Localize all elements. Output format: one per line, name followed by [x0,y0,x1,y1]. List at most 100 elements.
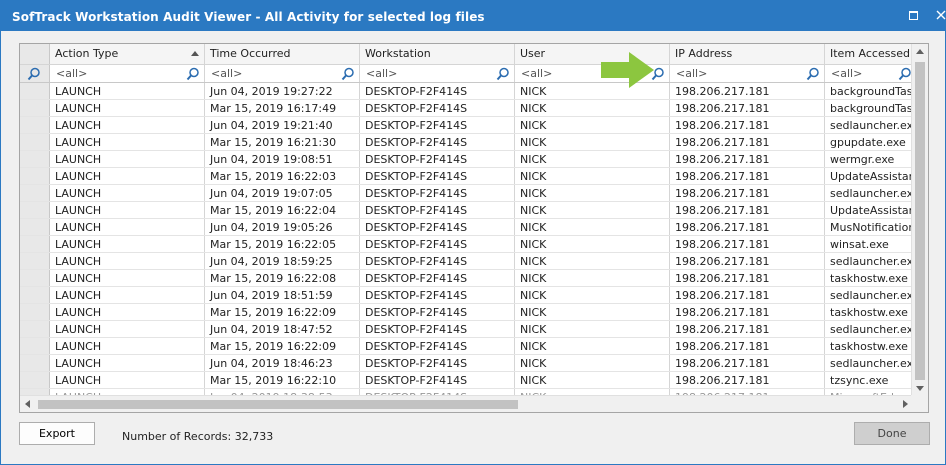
search-icon[interactable] [27,67,41,81]
filter-row-corner[interactable] [20,65,50,82]
column-header-action-type[interactable]: Action Type [50,44,205,64]
header-row: Action Type Time Occurred Workstation User I… [20,44,928,65]
scroll-up-arrow[interactable] [912,44,928,60]
table-row[interactable]: LAUNCH Mar 15, 2019 16:22:05 DESKTOP-F2F41… [20,236,928,253]
column-header-time-occurred[interactable]: Time Occurred [205,44,360,64]
cell-user: NICK [515,134,670,150]
row-indicator[interactable] [20,270,50,286]
export-button[interactable]: Export [19,422,95,445]
table-row[interactable]: LAUNCH Jun 04, 2019 18:46:23 DESKTOP-F2F41… [20,355,928,372]
cell-action-type: LAUNCH [50,287,205,303]
cell-user: NICK [515,151,670,167]
row-indicator[interactable] [20,355,50,371]
table-row[interactable]: LAUNCH Mar 15, 2019 16:22:09 DESKTOP-F2F41… [20,304,928,321]
cell-item-accessed: tzsync.exe [825,372,915,388]
filter-item-accessed[interactable]: <all> [825,65,915,82]
vertical-scrollbar[interactable] [911,44,928,397]
table-row[interactable]: LAUNCH Jun 04, 2019 19:08:51 DESKTOP-F2F41… [20,151,928,168]
cell-time-occurred: Mar 15, 2019 16:22:08 [205,270,360,286]
table-row[interactable]: LAUNCH Jun 04, 2019 19:27:22 DESKTOP-F2F41… [20,83,928,100]
cell-ip-address: 198.206.217.181 [670,219,825,235]
maximize-button[interactable] [899,1,927,29]
table-row[interactable]: LAUNCH Jun 04, 2019 19:05:26 DESKTOP-F2F41… [20,219,928,236]
cell-workstation: DESKTOP-F2F414S [360,151,515,167]
search-icon[interactable] [341,67,355,81]
row-indicator[interactable] [20,83,50,99]
row-indicator[interactable] [20,134,50,150]
scroll-left-arrow[interactable] [20,396,36,412]
table-row[interactable]: LAUNCH Jun 04, 2019 18:59:25 DESKTOP-F2F41… [20,253,928,270]
cell-item-accessed: sedlauncher.exe [825,117,915,133]
table-row[interactable]: LAUNCH Jun 04, 2019 19:21:40 DESKTOP-F2F41… [20,117,928,134]
cell-ip-address: 198.206.217.181 [670,338,825,354]
cell-time-occurred: Jun 04, 2019 19:21:40 [205,117,360,133]
cell-user: NICK [515,287,670,303]
row-indicator[interactable] [20,372,50,388]
cell-ip-address: 198.206.217.181 [670,372,825,388]
cell-item-accessed: MusNotification.ex [825,219,915,235]
cell-item-accessed: UpdateAssistant.ex [825,168,915,184]
search-icon[interactable] [496,67,510,81]
table-row[interactable]: LAUNCH Mar 15, 2019 16:17:49 DESKTOP-F2F41… [20,100,928,117]
table-row[interactable]: LAUNCH Mar 15, 2019 16:22:10 DESKTOP-F2F41… [20,372,928,389]
row-indicator[interactable] [20,168,50,184]
cell-user: NICK [515,355,670,371]
table-row[interactable]: LAUNCH Mar 15, 2019 16:22:08 DESKTOP-F2F41… [20,270,928,287]
audit-grid[interactable]: Action Type Time Occurred Workstation User I… [19,43,929,413]
row-indicator[interactable] [20,185,50,201]
row-indicator[interactable] [20,202,50,218]
cell-workstation: DESKTOP-F2F414S [360,236,515,252]
filter-time-occurred[interactable]: <all> [205,65,360,82]
done-button[interactable]: Done [854,422,930,445]
record-count: Number of Records: 32,733 [122,430,274,443]
cell-action-type: LAUNCH [50,134,205,150]
filter-workstation[interactable]: <all> [360,65,515,82]
filter-ip-address[interactable]: <all> [670,65,825,82]
cell-item-accessed: wermgr.exe [825,151,915,167]
cell-action-type: LAUNCH [50,168,205,184]
table-row[interactable]: LAUNCH Jun 04, 2019 18:51:59 DESKTOP-F2F41… [20,287,928,304]
cell-workstation: DESKTOP-F2F414S [360,185,515,201]
cell-user: NICK [515,168,670,184]
close-button[interactable] [927,1,946,29]
search-icon[interactable] [898,67,912,81]
row-indicator[interactable] [20,219,50,235]
filter-value: <all> [676,67,708,80]
row-indicator[interactable] [20,304,50,320]
cell-workstation: DESKTOP-F2F414S [360,304,515,320]
column-header-ip-address[interactable]: IP Address [670,44,825,64]
cell-user: NICK [515,219,670,235]
table-row[interactable]: LAUNCH Mar 15, 2019 16:22:09 DESKTOP-F2F41… [20,338,928,355]
table-row[interactable]: LAUNCH Mar 15, 2019 16:22:04 DESKTOP-F2F41… [20,202,928,219]
table-row[interactable]: LAUNCH Jun 04, 2019 18:47:52 DESKTOP-F2F41… [20,321,928,338]
horizontal-scrollbar[interactable] [20,395,913,412]
vertical-scroll-thumb[interactable] [915,62,925,380]
row-indicator[interactable] [20,287,50,303]
cell-action-type: LAUNCH [50,151,205,167]
filter-action-type[interactable]: <all> [50,65,205,82]
column-header-item-accessed[interactable]: Item Accessed [825,44,915,64]
cell-item-accessed: backgroundTaskH [825,100,915,116]
horizontal-scroll-thumb[interactable] [38,400,518,409]
table-row[interactable]: LAUNCH Mar 15, 2019 16:22:03 DESKTOP-F2F41… [20,168,928,185]
cell-ip-address: 198.206.217.181 [670,117,825,133]
sort-ascending-icon [191,51,199,56]
cell-workstation: DESKTOP-F2F414S [360,202,515,218]
cell-workstation: DESKTOP-F2F414S [360,219,515,235]
search-icon[interactable] [186,67,200,81]
search-icon[interactable] [806,67,820,81]
cell-item-accessed: taskhostw.exe [825,338,915,354]
row-indicator[interactable] [20,321,50,337]
cell-ip-address: 198.206.217.181 [670,83,825,99]
row-indicator[interactable] [20,151,50,167]
row-indicator[interactable] [20,338,50,354]
row-indicator[interactable] [20,236,50,252]
row-indicator[interactable] [20,117,50,133]
row-indicator[interactable] [20,253,50,269]
column-header-workstation[interactable]: Workstation [360,44,515,64]
cell-user: NICK [515,321,670,337]
cell-user: NICK [515,253,670,269]
table-row[interactable]: LAUNCH Jun 04, 2019 19:07:05 DESKTOP-F2F41… [20,185,928,202]
table-row[interactable]: LAUNCH Mar 15, 2019 16:21:30 DESKTOP-F2F41… [20,134,928,151]
row-indicator[interactable] [20,100,50,116]
